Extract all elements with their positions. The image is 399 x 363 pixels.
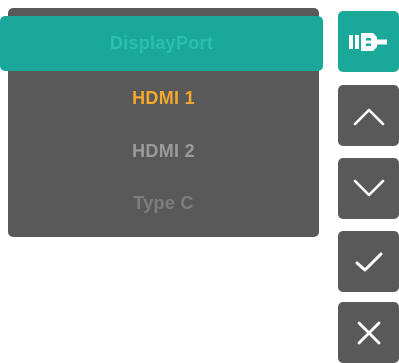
down-button[interactable] [338,158,399,219]
confirm-button[interactable] [338,231,399,292]
menu-item-label: DisplayPort [109,33,214,53]
exit-button[interactable] [338,302,399,363]
menu-item-label: HDMI 2 [132,140,195,161]
menu-item-label: Type C [133,192,194,213]
menu-item-type-c[interactable]: Type C [8,177,319,229]
checkmark-icon [355,252,382,271]
chevron-down-icon [353,179,384,196]
up-button[interactable] [338,85,399,146]
menu-item-label: HDMI 1 [132,87,195,108]
input-source-button[interactable] [338,11,399,72]
menu-item-displayport[interactable]: DisplayPort [0,16,323,71]
chevron-up-icon [353,108,384,125]
input-source-icon [348,32,387,51]
osd-screen: DisplayPort HDMI 1 HDMI 2 Type C [0,0,399,363]
menu-item-hdmi2[interactable]: HDMI 2 [8,125,319,177]
close-icon [357,321,380,344]
menu-item-hdmi1[interactable]: HDMI 1 [8,72,319,124]
